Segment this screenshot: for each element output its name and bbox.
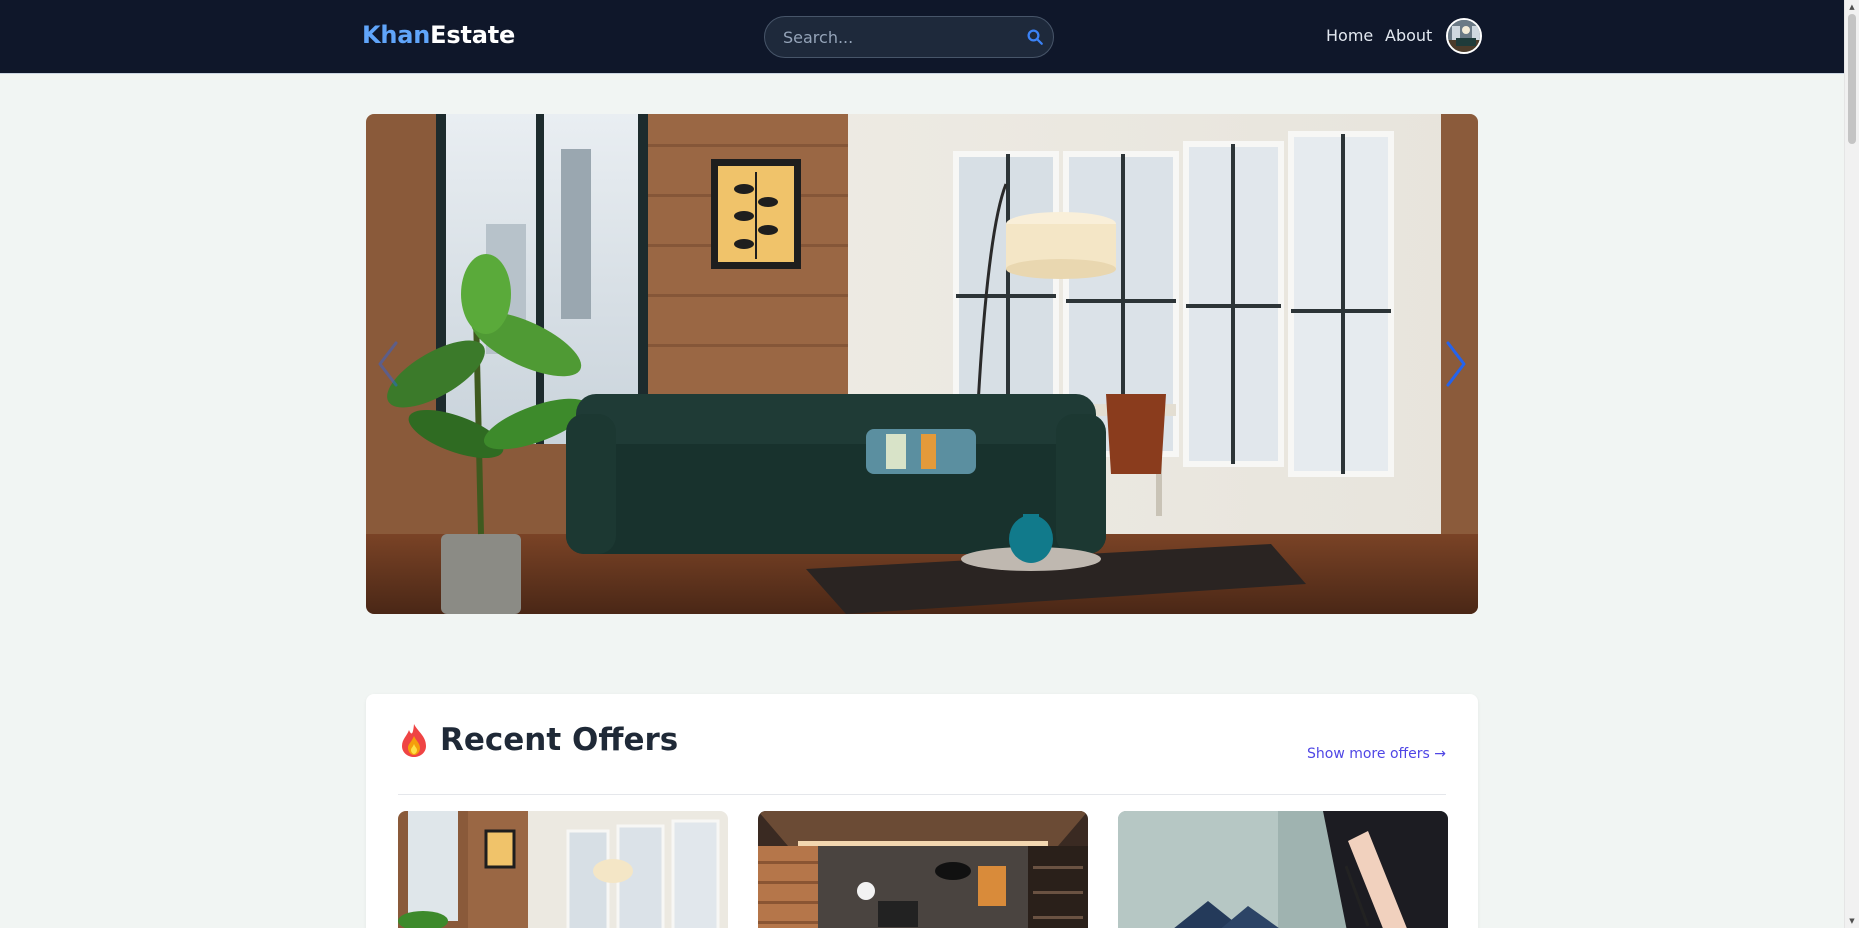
offer-card[interactable]: [1118, 811, 1448, 928]
brand-part-2: Estate: [430, 21, 516, 49]
navbar: KhanEstate Home About: [0, 0, 1844, 74]
scroll-down-icon[interactable]: ▼: [1848, 917, 1856, 925]
avatar[interactable]: [1446, 18, 1482, 54]
offer-card-image: [1118, 811, 1448, 928]
brand-logo[interactable]: KhanEstate: [362, 21, 515, 49]
scroll-up-icon[interactable]: ▲: [1848, 3, 1856, 11]
section-title: Recent Offers: [398, 722, 678, 758]
brand-part-1: Khan: [362, 21, 431, 49]
fire-icon: [402, 724, 426, 757]
recent-offers-section: Recent Offers Show more offers →: [366, 694, 1478, 928]
offer-card[interactable]: [758, 811, 1088, 928]
page-scrollbar[interactable]: ▲ ▼: [1844, 0, 1859, 928]
nav-home-link[interactable]: Home: [1326, 26, 1373, 45]
offer-card[interactable]: [398, 811, 728, 928]
hero-carousel: [366, 114, 1478, 614]
carousel-slide-image: [366, 114, 1478, 614]
offer-card-image: [758, 811, 1088, 928]
nav-about-link[interactable]: About: [1385, 26, 1432, 45]
search-box: [764, 16, 1054, 58]
show-more-offers-link[interactable]: Show more offers →: [1307, 746, 1446, 762]
offer-card-image: [398, 811, 728, 928]
section-title-text: Recent Offers: [440, 722, 679, 758]
scrollbar-thumb[interactable]: [1848, 14, 1856, 144]
avatar-image: [1448, 20, 1480, 52]
chevron-left-icon[interactable]: [374, 339, 404, 389]
chevron-right-icon[interactable]: [1440, 339, 1470, 389]
divider: [398, 794, 1446, 795]
search-icon[interactable]: [1026, 28, 1044, 46]
search-input[interactable]: [765, 17, 1015, 57]
